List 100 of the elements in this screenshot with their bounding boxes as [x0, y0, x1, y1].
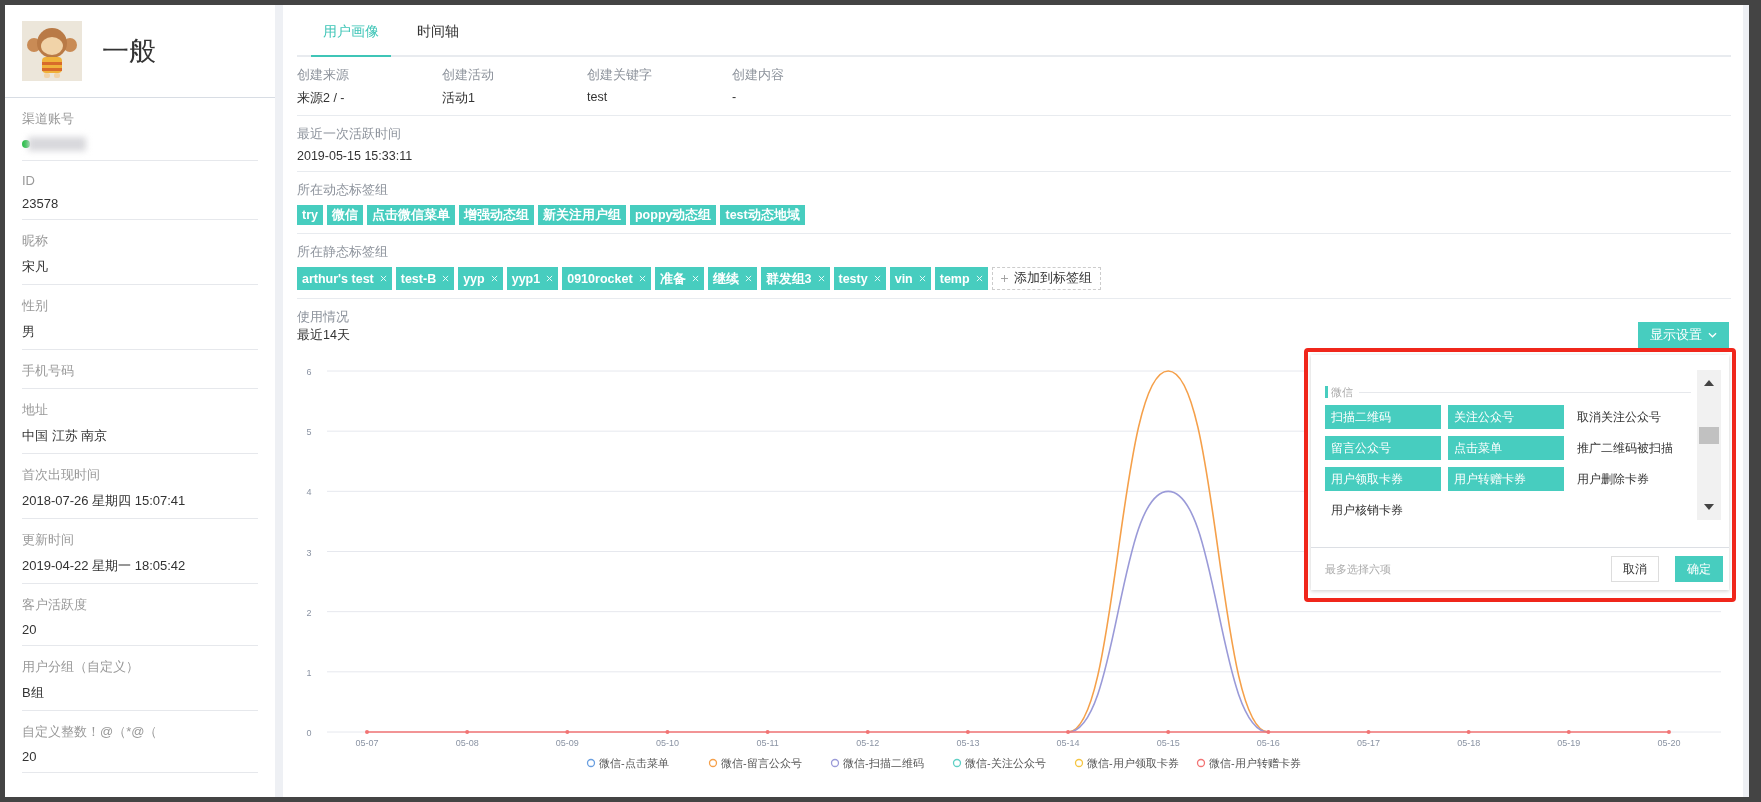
field-label: 客户活跃度 [22, 596, 88, 614]
field-label: 首次出现时间 [22, 466, 101, 484]
legend-label[interactable]: 微信-用户转赠卡券 [1209, 757, 1301, 769]
close-icon[interactable] [817, 275, 825, 282]
axis-tick-label: 05-19 [1557, 738, 1581, 748]
axis-tick-label: 05-13 [956, 738, 980, 748]
add-tag-button[interactable]: 添加到标签组 [991, 267, 1101, 290]
field-value: test [587, 90, 609, 104]
data-point [1166, 730, 1171, 734]
data-point [1566, 730, 1571, 734]
plus-icon [1000, 275, 1008, 282]
hint-text: 最多选择六项 [1325, 561, 1392, 577]
legend-marker-icon[interactable] [1196, 758, 1206, 768]
data-point [465, 730, 470, 734]
field-label: ID [22, 173, 36, 188]
axis-tick-label: 05-08 [455, 738, 479, 748]
cancel-button[interactable]: 取消 [1611, 556, 1659, 582]
tag: 微信 [327, 205, 363, 225]
legend-label[interactable]: 微信-用户领取卡券 [1087, 757, 1179, 769]
profile-name: 一般 [102, 35, 156, 68]
data-point [865, 730, 870, 734]
field-label: 自定义整数！@（*@（ [22, 723, 159, 741]
scrollbar[interactable] [1697, 370, 1721, 520]
data-point [365, 730, 369, 734]
close-icon[interactable] [638, 275, 646, 282]
field-label: 创建关键字 [587, 67, 653, 84]
period-label: 最近14天 [297, 326, 350, 344]
legend-marker-icon[interactable] [952, 758, 962, 768]
field-value: 20 [22, 749, 38, 764]
legend-label[interactable]: 微信-扫描二维码 [843, 757, 924, 769]
tag-label: test-B [400, 271, 437, 286]
legend-label[interactable]: 微信-点击菜单 [599, 757, 669, 769]
close-icon[interactable] [490, 275, 498, 282]
field-value: 中国 江苏 南京 [22, 427, 109, 445]
tag: try [297, 205, 323, 225]
field-label: 地址 [22, 401, 49, 419]
field-label: 渠道账号 [22, 110, 75, 128]
close-icon[interactable] [873, 275, 881, 282]
field-label: 创建活动 [442, 67, 495, 84]
field-value: - [732, 90, 738, 104]
chevron-down-icon [1708, 332, 1717, 338]
scroll-thumb[interactable] [1699, 426, 1719, 444]
data-point [1666, 730, 1671, 734]
blurred-value [28, 137, 86, 151]
axis-tick-label: 05-07 [355, 738, 379, 748]
close-icon[interactable] [918, 275, 926, 282]
axis-tick-label: 05-15 [1156, 738, 1180, 748]
data-point [1066, 730, 1071, 734]
legend-marker-icon[interactable] [586, 758, 596, 768]
close-icon[interactable] [546, 275, 554, 282]
tag-label: yyp1 [511, 271, 541, 286]
legend-marker-icon[interactable] [1074, 758, 1084, 768]
field-label: 昵称 [22, 232, 49, 250]
data-point [765, 730, 770, 734]
close-icon[interactable] [379, 275, 387, 282]
tag-label: testy [838, 271, 868, 286]
close-icon[interactable] [744, 275, 752, 282]
axis-tick-label: 4 [306, 487, 312, 498]
close-icon[interactable] [442, 275, 450, 282]
field-label: 手机号码 [22, 362, 75, 380]
field-label: 用户分组（自定义） [22, 658, 140, 676]
group-label: 微信 [1325, 386, 1353, 398]
tag-label: 继续 [712, 271, 739, 286]
field-value: 男 [22, 323, 36, 341]
close-icon[interactable] [691, 275, 699, 282]
legend-label[interactable]: 微信-关注公众号 [965, 757, 1046, 769]
tag-label: 群发组3 [765, 271, 812, 286]
legend-marker-icon[interactable] [708, 758, 718, 768]
axis-tick-label: 6 [306, 367, 312, 377]
axis-tick-label: 05-16 [1256, 738, 1280, 748]
tag-label: 0910rocket [567, 271, 633, 286]
axis-tick-label: 1 [306, 667, 312, 678]
tag-label: 准备 [659, 271, 686, 286]
axis-tick-label: 2 [306, 607, 312, 618]
tag-label: temp [939, 271, 970, 286]
tag-label: yyp [463, 271, 485, 286]
field-label: 创建内容 [732, 67, 785, 84]
axis-tick-label: 05-12 [856, 738, 880, 748]
data-point [1366, 730, 1371, 734]
tab[interactable]: 时间轴 [405, 23, 471, 57]
axis-tick-label: 05-11 [756, 738, 779, 748]
field-label: 性别 [22, 297, 49, 315]
axis-tick-label: 05-09 [555, 738, 579, 748]
field-value: 来源2 / - [297, 90, 346, 107]
data-point [665, 730, 670, 734]
field-value: 活动1 [442, 90, 476, 107]
field-value: 宋凡 [22, 258, 49, 276]
scroll-down-icon[interactable] [1704, 504, 1714, 510]
data-point [1466, 730, 1471, 734]
tag: 点击微信菜单 [367, 205, 455, 225]
scroll-up-icon[interactable] [1704, 380, 1714, 386]
legend-label[interactable]: 微信-留言公众号 [721, 757, 802, 769]
field-label: 最近一次活跃时间 [297, 126, 402, 143]
data-point [565, 730, 570, 734]
axis-tick-label: 3 [306, 547, 312, 558]
field-value: 2018-07-26 星期四 15:07:41 [22, 492, 187, 510]
data-point [1266, 730, 1271, 734]
axis-tick-label: 05-17 [1357, 738, 1380, 748]
legend-marker-icon[interactable] [830, 758, 840, 768]
close-icon[interactable] [975, 275, 983, 282]
